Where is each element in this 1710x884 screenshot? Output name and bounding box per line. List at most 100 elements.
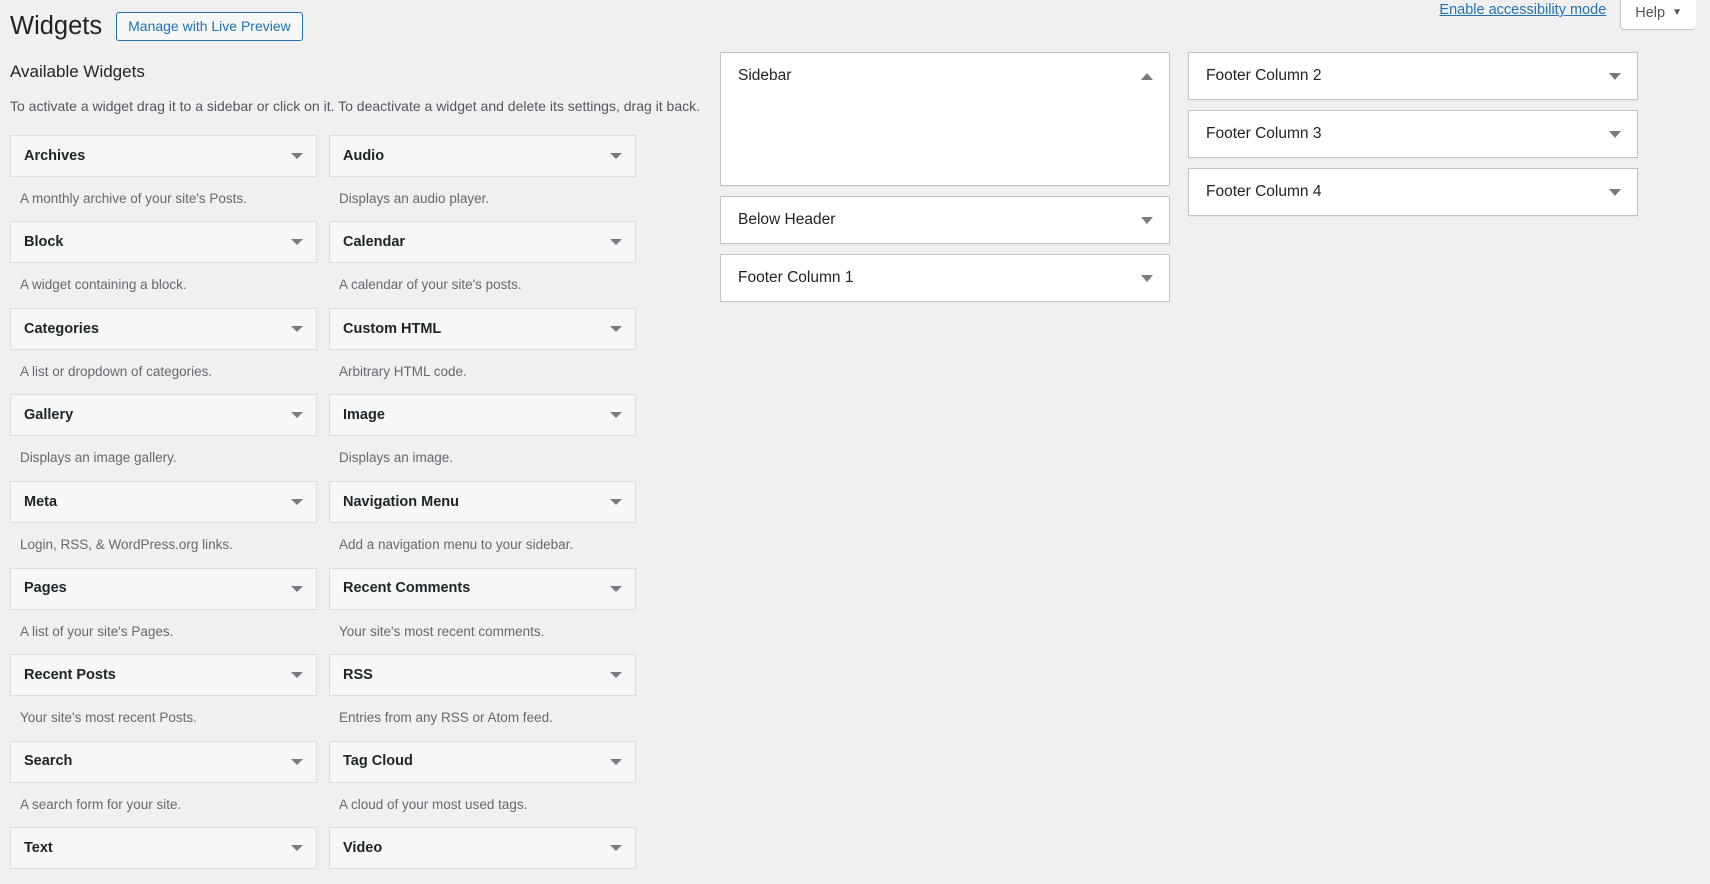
chevron-down-icon[interactable] — [291, 672, 303, 679]
widget-description: Arbitrary HTML code. — [339, 363, 467, 379]
widget-title: Recent Posts — [24, 666, 116, 683]
chevron-down-icon[interactable] — [291, 499, 303, 506]
widget-area-footer-column-4[interactable]: Footer Column 4 — [1188, 168, 1638, 216]
widget-title: Meta — [24, 493, 58, 510]
widget-description: A monthly archive of your site's Posts. — [20, 190, 247, 206]
widget-tag-cloud[interactable]: Tag Cloud — [329, 740, 636, 783]
widget-rss[interactable]: RSS — [329, 654, 636, 697]
chevron-down-icon[interactable] — [610, 412, 622, 419]
chevron-down-icon[interactable] — [291, 585, 303, 592]
widget-area-title: Footer Column 2 — [1206, 67, 1322, 85]
widget-area-title: Footer Column 1 — [738, 269, 854, 287]
widget-title: Pages — [24, 580, 67, 597]
widget-area-header[interactable]: Footer Column 3 — [1189, 111, 1637, 157]
enable-accessibility-mode-link[interactable]: Enable accessibility mode — [1439, 0, 1606, 18]
widget-description: Your site's most recent Posts. — [20, 710, 197, 726]
widget-video[interactable]: Video — [329, 827, 636, 870]
chevron-down-icon[interactable] — [610, 499, 622, 506]
widget-recent-comments[interactable]: Recent Comments — [329, 567, 636, 610]
widget-title: Calendar — [343, 234, 406, 251]
widget-areas-region: Sidebar Below Header Footer Column 1 Foote… — [720, 52, 1638, 302]
chevron-down-icon[interactable] — [1609, 130, 1621, 138]
widget-title: Archives — [24, 147, 86, 164]
available-widget-cell: Image Displays an image. — [329, 394, 636, 481]
available-widget-cell: Gallery Displays an image gallery. — [10, 394, 317, 481]
chevron-down-icon[interactable] — [610, 845, 622, 852]
widget-area-dropzone[interactable] — [721, 99, 1169, 185]
chevron-down-icon[interactable] — [610, 325, 622, 332]
chevron-down-icon[interactable] — [610, 672, 622, 679]
chevron-down-icon[interactable] — [291, 845, 303, 852]
available-widget-cell: Video Displays a video from the media lib… — [329, 827, 636, 884]
available-widget-cell: Custom HTML Arbitrary HTML code. — [329, 307, 636, 395]
widget-recent-posts[interactable]: Recent Posts — [10, 654, 317, 697]
chevron-down-icon[interactable] — [610, 758, 622, 765]
chevron-down-icon[interactable] — [1609, 72, 1621, 80]
widget-text[interactable]: Text — [10, 827, 317, 870]
widget-area-header[interactable]: Below Header — [721, 197, 1169, 243]
chevron-down-icon[interactable] — [610, 239, 622, 246]
widget-calendar[interactable]: Calendar — [329, 221, 636, 264]
widget-categories[interactable]: Categories — [10, 307, 317, 350]
chevron-down-icon[interactable] — [291, 412, 303, 419]
available-widget-cell: Meta Login, RSS, & WordPress.org links. — [10, 481, 317, 568]
chevron-down-icon[interactable] — [610, 585, 622, 592]
chevron-down-icon[interactable] — [291, 758, 303, 765]
widget-description: Login, RSS, & WordPress.org links. — [20, 537, 233, 553]
chevron-down-icon[interactable] — [1141, 216, 1153, 224]
available-widget-cell: Text Arbitrary text. — [10, 827, 317, 884]
widget-area-footer-column-2[interactable]: Footer Column 2 — [1188, 52, 1638, 100]
screen-meta-bar: Enable accessibility mode Help ▼ — [1439, 0, 1710, 34]
chevron-down-icon[interactable] — [291, 325, 303, 332]
widget-image[interactable]: Image — [329, 394, 636, 437]
widget-title: Custom HTML — [343, 320, 442, 337]
widget-area-sidebar[interactable]: Sidebar — [720, 52, 1170, 186]
available-widget-cell: Audio Displays an audio player. — [329, 134, 636, 222]
chevron-down-icon[interactable] — [291, 239, 303, 246]
widget-description: A widget containing a block. — [20, 277, 187, 293]
widget-search[interactable]: Search — [10, 740, 317, 783]
available-widget-cell: Search A search form for your site. — [10, 740, 317, 828]
widget-area-title: Footer Column 3 — [1206, 125, 1322, 143]
widget-gallery[interactable]: Gallery — [10, 394, 317, 437]
help-button[interactable]: Help ▼ — [1620, 0, 1696, 30]
widget-title: Video — [343, 840, 383, 857]
widget-description: A list or dropdown of categories. — [20, 363, 213, 379]
widget-title: Recent Comments — [343, 580, 471, 597]
widget-description: Add a navigation menu to your sidebar. — [339, 537, 574, 553]
chevron-up-icon[interactable] — [1141, 72, 1153, 80]
page-title: Widgets — [10, 12, 103, 40]
widget-archives[interactable]: Archives — [10, 134, 317, 177]
page-header: Widgets Manage with Live Preview — [10, 10, 303, 43]
widget-description: Displays an image gallery. — [20, 450, 177, 466]
widget-navigation-menu[interactable]: Navigation Menu — [329, 481, 636, 524]
widget-title: Block — [24, 234, 64, 251]
widget-custom-html[interactable]: Custom HTML — [329, 307, 636, 350]
widget-area-title: Below Header — [738, 211, 836, 229]
help-button-label: Help — [1635, 5, 1666, 21]
widget-area-header[interactable]: Footer Column 2 — [1189, 53, 1637, 99]
chevron-down-icon[interactable] — [610, 152, 622, 159]
widget-area-footer-column-1[interactable]: Footer Column 1 — [720, 254, 1170, 302]
available-widgets-heading: Available Widgets — [10, 62, 145, 81]
widget-area-header[interactable]: Footer Column 1 — [721, 255, 1169, 301]
widget-meta[interactable]: Meta — [10, 481, 317, 524]
widget-title: Tag Cloud — [343, 753, 413, 770]
available-widget-cell: Categories A list or dropdown of categori… — [10, 307, 317, 395]
widget-title: Navigation Menu — [343, 493, 460, 510]
widget-area-title: Sidebar — [738, 67, 792, 85]
widget-description: Displays an audio player. — [339, 190, 490, 206]
manage-with-live-preview-button[interactable]: Manage with Live Preview — [116, 11, 303, 42]
widget-area-header[interactable]: Footer Column 4 — [1189, 169, 1637, 215]
chevron-down-icon[interactable] — [1141, 274, 1153, 282]
widget-area-below-header[interactable]: Below Header — [720, 196, 1170, 244]
widget-area-footer-column-3[interactable]: Footer Column 3 — [1188, 110, 1638, 158]
widget-block[interactable]: Block — [10, 221, 317, 264]
chevron-down-icon[interactable] — [1609, 188, 1621, 196]
chevron-down-icon[interactable] — [291, 152, 303, 159]
available-widget-cell: Recent Comments Your site's most recent c… — [329, 567, 636, 655]
widget-title: Search — [24, 753, 73, 770]
widget-area-header[interactable]: Sidebar — [721, 53, 1169, 99]
widget-pages[interactable]: Pages — [10, 567, 317, 610]
widget-audio[interactable]: Audio — [329, 134, 636, 177]
